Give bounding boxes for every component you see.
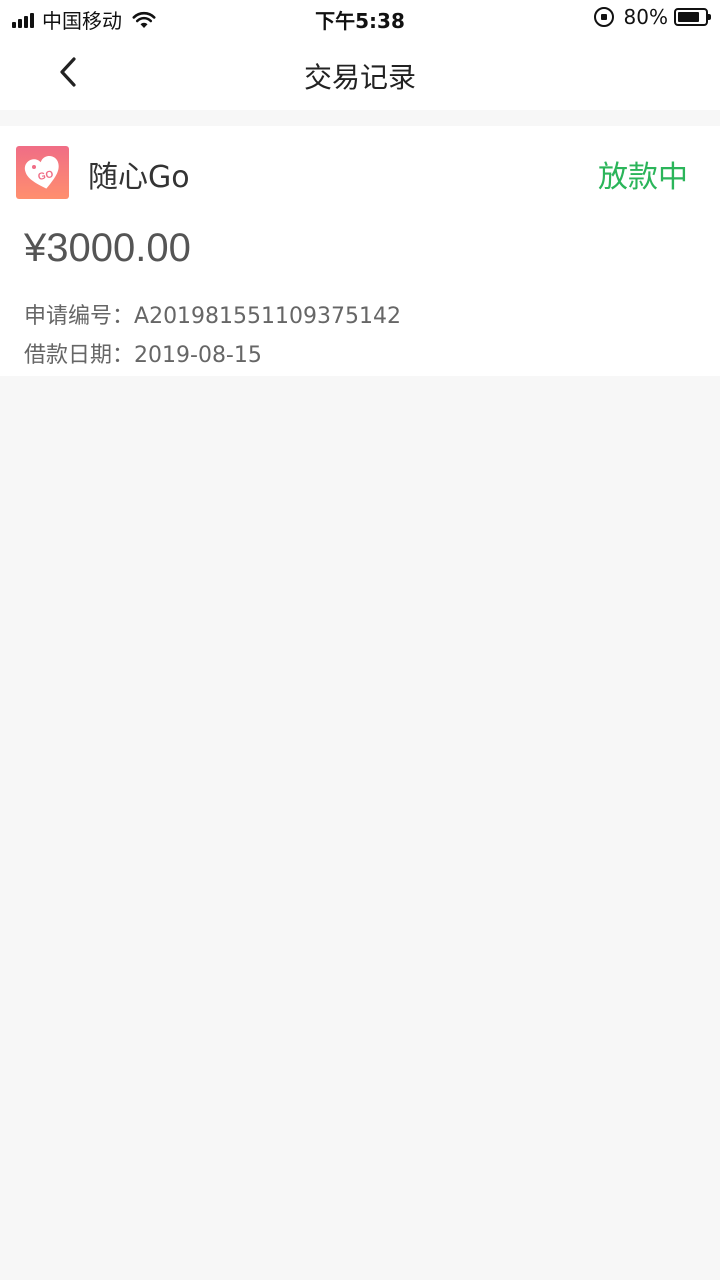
battery-percentage: 80% [623,5,668,29]
application-number: 申请编号：A201981551109375142 [24,298,401,330]
loan-date: 借款日期：2019-08-15 [24,337,262,369]
loan-date-label: 借款日期： [24,343,135,368]
application-number-label: 申请编号： [24,304,135,329]
status-badge: 放款中 [598,160,688,195]
loan-date-value: 2019-08-15 [134,343,262,368]
page-title: 交易记录 [303,61,416,94]
nav-bar: 交易记录 [0,36,720,110]
loan-amount: ¥3000.00 [24,226,191,270]
app-logo: GO [16,146,69,199]
status-right: 80% [593,5,711,29]
status-bar: 中国移动 下午5:38 80% [0,0,720,36]
application-number-value: A201981551109375142 [134,304,402,329]
heart-tag-icon: GO [24,155,59,189]
battery-icon [674,8,711,26]
rotation-lock-icon [593,7,614,27]
transaction-record-card[interactable]: GO 随心Go 放款中 ¥3000.00 申请编号：A2019815511093… [0,126,720,376]
app-name: 随心Go [88,160,190,195]
